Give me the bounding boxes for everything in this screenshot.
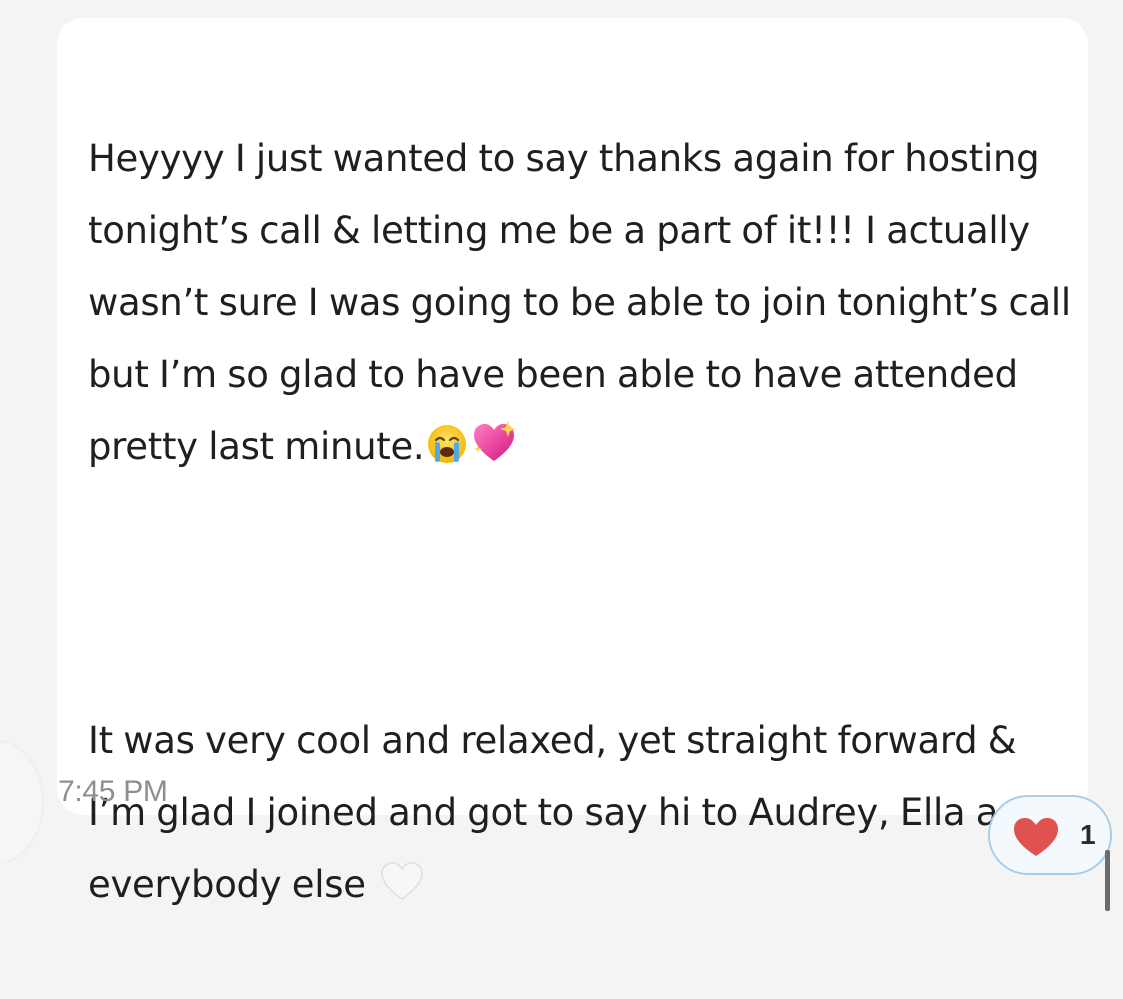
white-heart-icon: [378, 855, 426, 927]
loudly-crying-face-icon: [426, 417, 468, 489]
sparkling-heart-icon: [470, 417, 518, 489]
avatar: [0, 740, 44, 864]
scrollbar[interactable]: [1105, 850, 1110, 911]
reaction-count: 1: [1080, 819, 1096, 850]
message-body: Heyyyy I just wanted to say thanks again…: [88, 51, 1078, 999]
message-paragraph-2-text: It was very cool and relaxed, yet straig…: [88, 719, 1045, 906]
message-paragraph-1: Heyyyy I just wanted to say thanks again…: [88, 123, 1078, 489]
red-heart-icon: [1010, 815, 1062, 863]
message-paragraph-2: It was very cool and relaxed, yet straig…: [88, 705, 1078, 927]
message-timestamp: 7:45 PM: [58, 775, 168, 808]
message-bubble[interactable]: Heyyyy I just wanted to say thanks again…: [57, 18, 1088, 906]
message-paragraph-1-text: Heyyyy I just wanted to say thanks again…: [88, 137, 1071, 468]
heart-reaction-button[interactable]: 1: [988, 795, 1112, 875]
